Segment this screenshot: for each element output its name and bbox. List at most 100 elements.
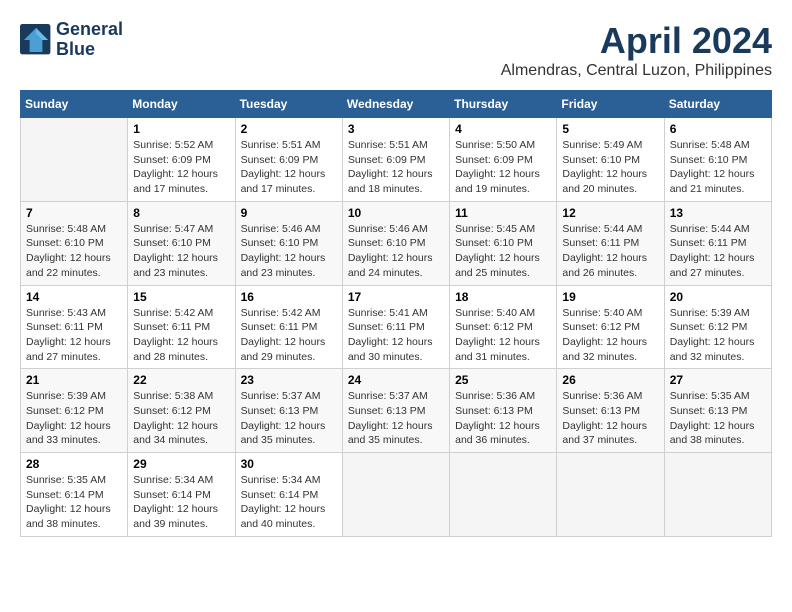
calendar-cell: 3 Sunrise: 5:51 AM Sunset: 6:09 PM Daylig… — [342, 118, 449, 202]
week-row-4: 21 Sunrise: 5:39 AM Sunset: 6:12 PM Dayli… — [21, 369, 772, 453]
day-info: Sunrise: 5:37 AM Sunset: 6:13 PM Dayligh… — [348, 389, 444, 448]
day-number: 2 — [241, 122, 337, 136]
day-number: 23 — [241, 373, 337, 387]
day-number: 3 — [348, 122, 444, 136]
day-number: 7 — [26, 206, 122, 220]
day-number: 15 — [133, 290, 229, 304]
calendar-cell: 26 Sunrise: 5:36 AM Sunset: 6:13 PM Dayli… — [557, 369, 664, 453]
calendar-cell — [664, 453, 771, 537]
calendar-cell: 2Sunrise: 5:51 AM Sunset: 6:09 PM Daylig… — [235, 118, 342, 202]
calendar-cell — [557, 453, 664, 537]
month-title: April 2024 — [501, 20, 772, 62]
day-number: 9 — [241, 206, 337, 220]
calendar-cell: 15 Sunrise: 5:42 AM Sunset: 6:11 PM Dayli… — [128, 285, 235, 369]
header-thursday: Thursday — [450, 91, 557, 118]
day-info: Sunrise: 5:42 AM Sunset: 6:11 PM Dayligh… — [241, 306, 337, 365]
calendar-cell: 27 Sunrise: 5:35 AM Sunset: 6:13 PM Dayli… — [664, 369, 771, 453]
day-info: Sunrise: 5:34 AM Sunset: 6:14 PM Dayligh… — [241, 473, 337, 532]
page-header: General Blue April 2024 Almendras, Centr… — [20, 20, 772, 80]
location-title: Almendras, Central Luzon, Philippines — [501, 62, 772, 80]
day-number: 8 — [133, 206, 229, 220]
calendar-cell: 7Sunrise: 5:48 AM Sunset: 6:10 PM Daylig… — [21, 201, 128, 285]
day-info: Sunrise: 5:34 AM Sunset: 6:14 PM Dayligh… — [133, 473, 229, 532]
day-info: Sunrise: 5:44 AM Sunset: 6:11 PM Dayligh… — [670, 222, 766, 281]
calendar-cell: 20 Sunrise: 5:39 AM Sunset: 6:12 PM Dayli… — [664, 285, 771, 369]
day-info: Sunrise: 5:40 AM Sunset: 6:12 PM Dayligh… — [562, 306, 658, 365]
weekday-header-row: SundayMondayTuesdayWednesdayThursdayFrid… — [21, 91, 772, 118]
day-info: Sunrise: 5:36 AM Sunset: 6:13 PM Dayligh… — [455, 389, 551, 448]
day-info: Sunrise: 5:35 AM Sunset: 6:14 PM Dayligh… — [26, 473, 122, 532]
calendar-cell: 19 Sunrise: 5:40 AM Sunset: 6:12 PM Dayli… — [557, 285, 664, 369]
calendar-cell: 8Sunrise: 5:47 AM Sunset: 6:10 PM Daylig… — [128, 201, 235, 285]
calendar-cell: 10 Sunrise: 5:46 AM Sunset: 6:10 PM Dayli… — [342, 201, 449, 285]
day-info: Sunrise: 5:46 AM Sunset: 6:10 PM Dayligh… — [348, 222, 444, 281]
header-monday: Monday — [128, 91, 235, 118]
week-row-3: 14 Sunrise: 5:43 AM Sunset: 6:11 PM Dayli… — [21, 285, 772, 369]
calendar-cell: 16 Sunrise: 5:42 AM Sunset: 6:11 PM Dayli… — [235, 285, 342, 369]
logo-text: General Blue — [56, 20, 123, 60]
day-info: Sunrise: 5:44 AM Sunset: 6:11 PM Dayligh… — [562, 222, 658, 281]
day-number: 21 — [26, 373, 122, 387]
day-info: Sunrise: 5:39 AM Sunset: 6:12 PM Dayligh… — [26, 389, 122, 448]
header-friday: Friday — [557, 91, 664, 118]
day-info: Sunrise: 5:43 AM Sunset: 6:11 PM Dayligh… — [26, 306, 122, 365]
day-number: 5 — [562, 122, 658, 136]
day-number: 11 — [455, 206, 551, 220]
calendar-cell: 11 Sunrise: 5:45 AM Sunset: 6:10 PM Dayli… — [450, 201, 557, 285]
logo: General Blue — [20, 20, 123, 60]
header-saturday: Saturday — [664, 91, 771, 118]
calendar-cell: 1 Sunrise: 5:52 AM Sunset: 6:09 PM Daylig… — [128, 118, 235, 202]
day-number: 19 — [562, 290, 658, 304]
day-number: 1 — [133, 122, 229, 136]
header-wednesday: Wednesday — [342, 91, 449, 118]
day-number: 10 — [348, 206, 444, 220]
day-info: Sunrise: 5:40 AM Sunset: 6:12 PM Dayligh… — [455, 306, 551, 365]
week-row-1: 1 Sunrise: 5:52 AM Sunset: 6:09 PM Daylig… — [21, 118, 772, 202]
day-info: Sunrise: 5:37 AM Sunset: 6:13 PM Dayligh… — [241, 389, 337, 448]
calendar-cell: 5Sunrise: 5:49 AM Sunset: 6:10 PM Daylig… — [557, 118, 664, 202]
calendar-cell: 30 Sunrise: 5:34 AM Sunset: 6:14 PM Dayli… — [235, 453, 342, 537]
day-info: Sunrise: 5:35 AM Sunset: 6:13 PM Dayligh… — [670, 389, 766, 448]
day-number: 27 — [670, 373, 766, 387]
calendar-cell: 4Sunrise: 5:50 AM Sunset: 6:09 PM Daylig… — [450, 118, 557, 202]
day-number: 20 — [670, 290, 766, 304]
calendar-cell: 6Sunrise: 5:48 AM Sunset: 6:10 PM Daylig… — [664, 118, 771, 202]
day-number: 13 — [670, 206, 766, 220]
week-row-2: 7Sunrise: 5:48 AM Sunset: 6:10 PM Daylig… — [21, 201, 772, 285]
calendar-cell — [21, 118, 128, 202]
day-info: Sunrise: 5:38 AM Sunset: 6:12 PM Dayligh… — [133, 389, 229, 448]
day-number: 29 — [133, 457, 229, 471]
day-info: Sunrise: 5:36 AM Sunset: 6:13 PM Dayligh… — [562, 389, 658, 448]
calendar-cell: 13 Sunrise: 5:44 AM Sunset: 6:11 PM Dayli… — [664, 201, 771, 285]
day-info: Sunrise: 5:45 AM Sunset: 6:10 PM Dayligh… — [455, 222, 551, 281]
day-info: Sunrise: 5:48 AM Sunset: 6:10 PM Dayligh… — [670, 138, 766, 197]
logo-icon — [20, 24, 52, 56]
calendar-cell: 18 Sunrise: 5:40 AM Sunset: 6:12 PM Dayli… — [450, 285, 557, 369]
week-row-5: 28 Sunrise: 5:35 AM Sunset: 6:14 PM Dayli… — [21, 453, 772, 537]
day-number: 30 — [241, 457, 337, 471]
calendar-cell — [342, 453, 449, 537]
day-number: 14 — [26, 290, 122, 304]
header-sunday: Sunday — [21, 91, 128, 118]
day-number: 16 — [241, 290, 337, 304]
day-info: Sunrise: 5:42 AM Sunset: 6:11 PM Dayligh… — [133, 306, 229, 365]
day-number: 28 — [26, 457, 122, 471]
calendar-cell: 21 Sunrise: 5:39 AM Sunset: 6:12 PM Dayli… — [21, 369, 128, 453]
calendar-cell: 12Sunrise: 5:44 AM Sunset: 6:11 PM Dayli… — [557, 201, 664, 285]
day-info: Sunrise: 5:46 AM Sunset: 6:10 PM Dayligh… — [241, 222, 337, 281]
day-number: 22 — [133, 373, 229, 387]
day-info: Sunrise: 5:51 AM Sunset: 6:09 PM Dayligh… — [348, 138, 444, 197]
calendar-cell — [450, 453, 557, 537]
calendar-cell: 23 Sunrise: 5:37 AM Sunset: 6:13 PM Dayli… — [235, 369, 342, 453]
day-number: 18 — [455, 290, 551, 304]
day-number: 26 — [562, 373, 658, 387]
title-block: April 2024 Almendras, Central Luzon, Phi… — [501, 20, 772, 80]
calendar-cell: 28 Sunrise: 5:35 AM Sunset: 6:14 PM Dayli… — [21, 453, 128, 537]
calendar-cell: 22 Sunrise: 5:38 AM Sunset: 6:12 PM Dayli… — [128, 369, 235, 453]
day-info: Sunrise: 5:50 AM Sunset: 6:09 PM Dayligh… — [455, 138, 551, 197]
day-info: Sunrise: 5:52 AM Sunset: 6:09 PM Dayligh… — [133, 138, 229, 197]
calendar-cell: 14 Sunrise: 5:43 AM Sunset: 6:11 PM Dayli… — [21, 285, 128, 369]
day-info: Sunrise: 5:39 AM Sunset: 6:12 PM Dayligh… — [670, 306, 766, 365]
calendar-cell: 25Sunrise: 5:36 AM Sunset: 6:13 PM Dayli… — [450, 369, 557, 453]
day-info: Sunrise: 5:41 AM Sunset: 6:11 PM Dayligh… — [348, 306, 444, 365]
